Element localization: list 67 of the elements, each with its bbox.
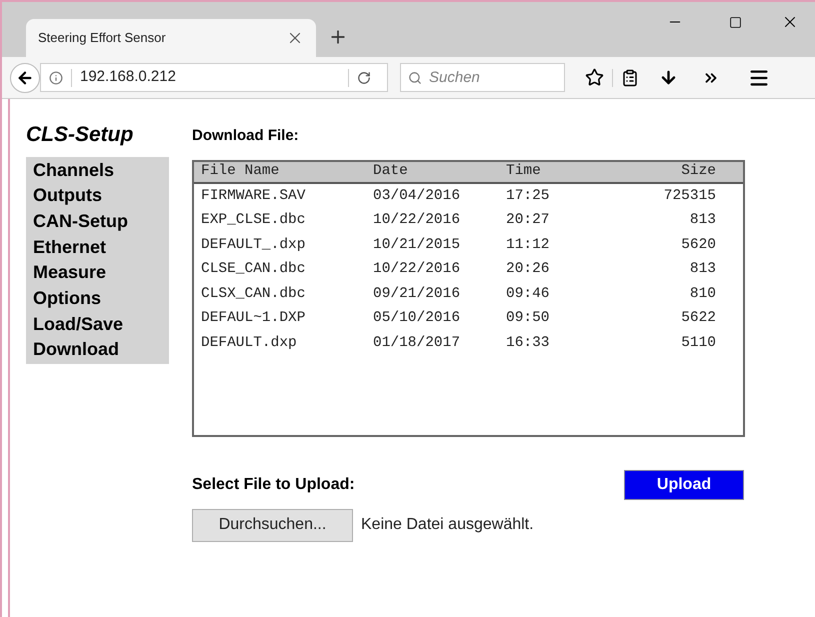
file-row[interactable]: EXP_CLSE.dbc 10/22/2016 20:27 813	[194, 209, 743, 234]
table-cell-text: 20:26	[506, 260, 551, 280]
download-heading: Download File:	[192, 126, 300, 146]
table-cell-text: 810	[688, 284, 716, 304]
url-text: 192.168.0.212	[80, 67, 177, 88]
file-row[interactable]: DEFAUL~1.DXP 05/10/2016 09:50 5622	[194, 307, 743, 332]
reading-list-icon[interactable]	[621, 68, 639, 86]
column-header: Time	[506, 162, 542, 181]
sidebar-link[interactable]: CAN-Setup	[33, 208, 169, 235]
upload-button[interactable]: Upload	[624, 470, 744, 500]
table-cell-text: 10/22/2016	[373, 260, 462, 280]
table-cell-text: CLSE_CAN.dbc	[201, 260, 306, 280]
table-cell-text: DEFAULT.dxp	[201, 334, 298, 353]
column-header: Size	[680, 162, 716, 181]
table-cell-text: 03/04/2016	[373, 186, 462, 206]
table-cell-text: 813	[688, 211, 716, 230]
reload-icon[interactable]	[357, 70, 371, 84]
table-cell-text: 10/22/2016	[373, 211, 462, 230]
bookmark-star-icon[interactable]	[585, 68, 604, 87]
table-cell-text: 16:33	[506, 334, 551, 353]
column-header: Date	[373, 162, 409, 181]
setup-title: CLS-Setup	[26, 122, 134, 148]
table-cell-text: EXP_CLSE.dbc	[201, 211, 306, 230]
table-cell-text: CLSX_CAN.dbc	[201, 284, 306, 304]
back-button[interactable]	[10, 62, 40, 92]
sidebar-link[interactable]: Load/Save	[33, 312, 169, 338]
browse-button[interactable]: Durchsuchen...	[192, 508, 353, 542]
sidebar-link[interactable]: Measure	[33, 260, 169, 286]
sidebar-link[interactable]: Ethernet	[33, 234, 169, 260]
sidebar-link[interactable]: Options	[33, 286, 169, 312]
browser-tab[interactable]: Steering Effort Sensor	[26, 19, 316, 57]
table-cell-text: DEFAUL~1.DXP	[201, 309, 306, 328]
table-cell-text: 20:27	[506, 211, 551, 230]
address-bar[interactable]: 192.168.0.212	[40, 63, 388, 92]
tab-title: Steering Effort Sensor	[38, 29, 166, 48]
file-status: Keine Datei ausgewählt.	[361, 515, 534, 535]
table-cell-text: 09/21/2016	[373, 284, 462, 304]
file-row[interactable]: CLSX_CAN.dbc 09/21/2016 09:46 810	[194, 282, 743, 307]
table-cell-text: 725315	[662, 186, 716, 206]
table-cell-text: 5622	[680, 309, 716, 328]
table-cell-text: 05/10/2016	[373, 309, 462, 328]
sidebar-link[interactable]: Channels	[33, 158, 169, 184]
file-listbox[interactable]	[192, 160, 745, 436]
table-cell-text: DEFAULT_.dxp	[201, 236, 306, 255]
table-cell-text: FIRMWARE.SAV	[201, 186, 306, 206]
sidebar-link[interactable]: Outputs	[33, 183, 169, 209]
table-cell-text: 09:46	[506, 284, 551, 304]
table-cell-text: 5620	[680, 236, 716, 255]
table-cell-text: 01/18/2017	[373, 334, 462, 353]
file-row[interactable]: CLSE_CAN.dbc 10/22/2016 20:26 813	[194, 258, 743, 282]
column-header: File Name	[201, 162, 280, 181]
search-icon	[408, 71, 422, 85]
info-icon[interactable]	[49, 70, 63, 84]
table-cell-text: 09:50	[506, 309, 551, 328]
table-cell-text: 813	[688, 260, 716, 280]
table-cell-text: 10/21/2015	[373, 236, 462, 255]
search-field[interactable]: Suchen	[400, 63, 565, 92]
file-row[interactable]: DEFAULT_.dxp 10/21/2015 11:12 5620	[194, 234, 743, 258]
table-cell-text: 11:12	[506, 236, 551, 255]
maximize-icon[interactable]	[728, 16, 742, 28]
download-icon[interactable]	[659, 68, 678, 87]
file-row[interactable]: FIRMWARE.SAV 03/04/2016 17:25 725315	[194, 184, 743, 209]
sidebar-link[interactable]: Download	[33, 337, 169, 364]
file-row[interactable]: DEFAULT.dxp 01/18/2017 16:33 5110	[194, 332, 743, 356]
table-cell-text: 17:25	[506, 186, 551, 206]
upload-heading: Select File to Upload:	[192, 474, 355, 494]
table-cell-text: 5110	[680, 334, 716, 353]
